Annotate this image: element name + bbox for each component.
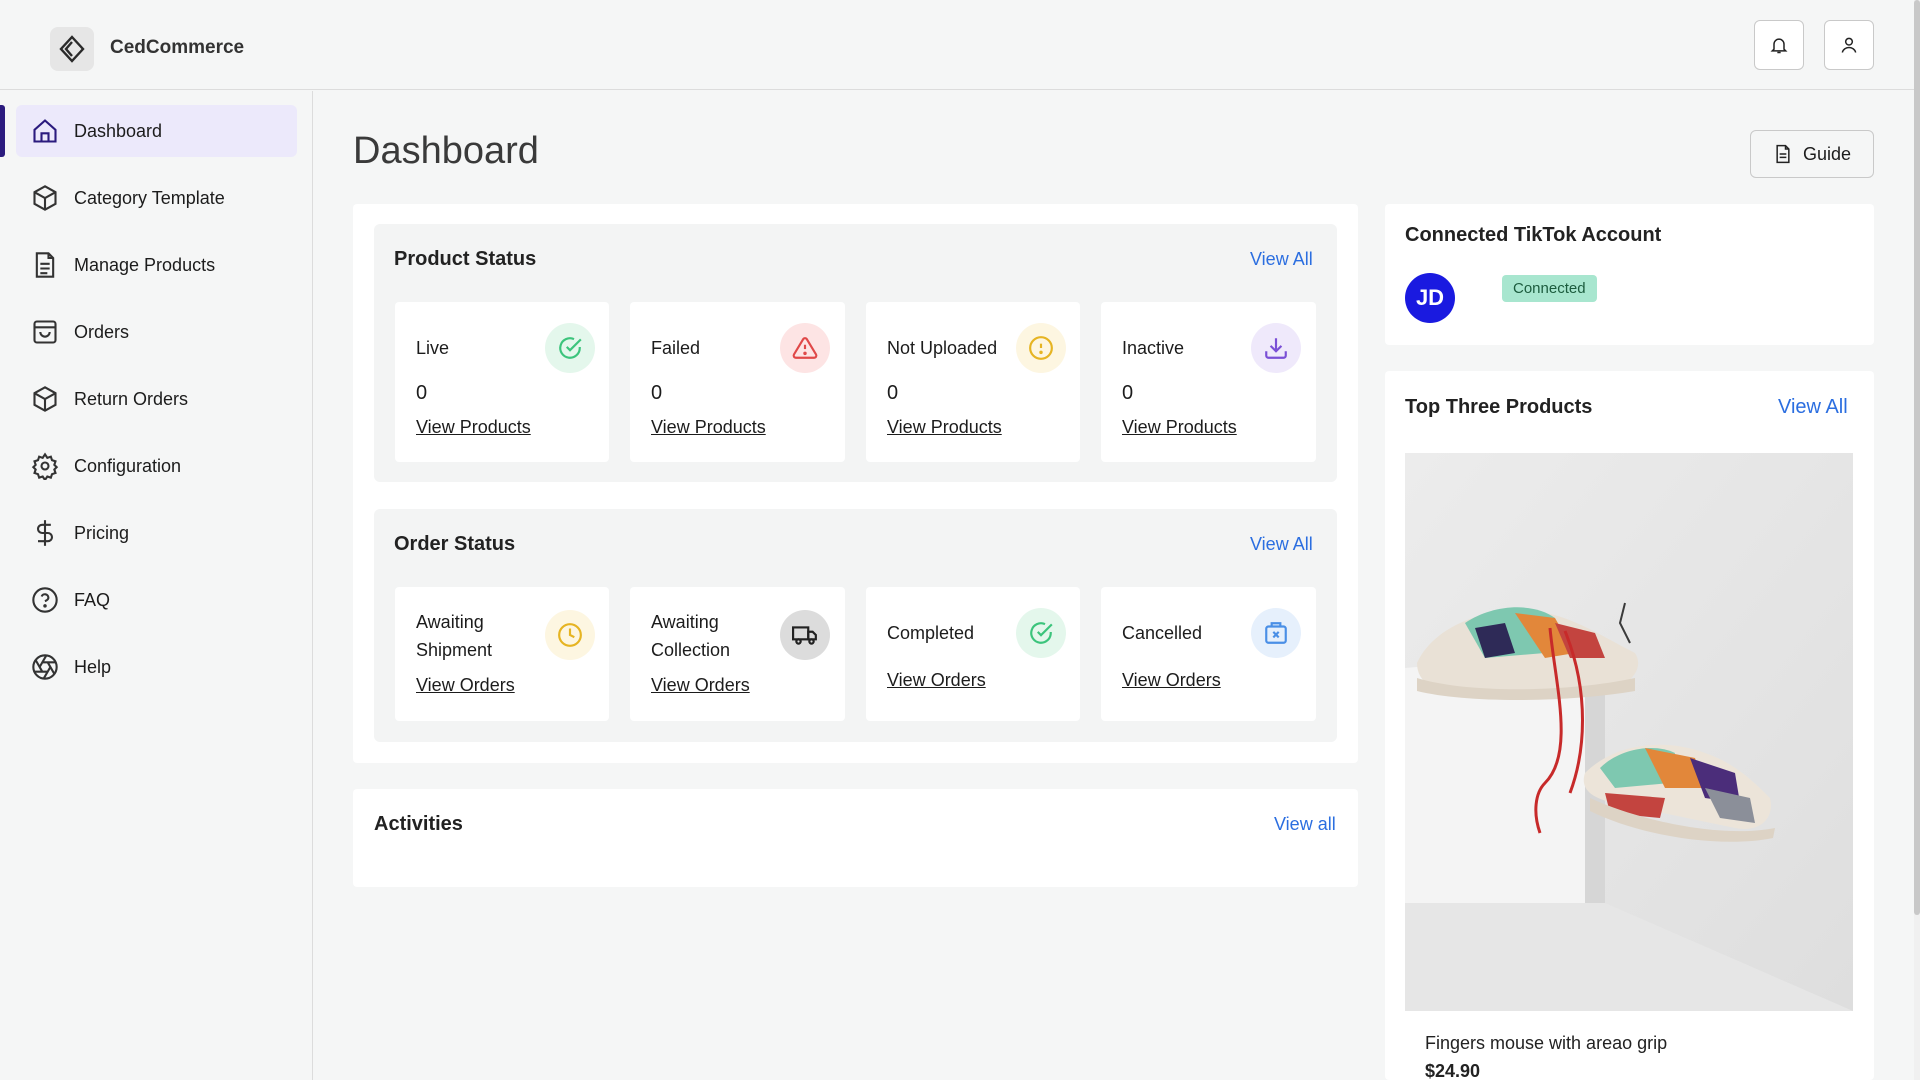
sidebar-item-configuration[interactable]: Configuration [16,440,297,492]
top-products-title: Top Three Products [1405,396,1593,418]
stat-card-inactive: Inactive 0 View Products [1101,302,1316,462]
sidebar-item-label: Dashboard [74,120,163,141]
scrollbar-thumb[interactable] [1914,0,1920,915]
product-status-title: Product Status [394,248,537,270]
sidebar-item-category-template[interactable]: Category Template [16,172,297,224]
bell-icon [1770,38,1788,54]
sidebar-item-manage-products[interactable]: Manage Products [16,239,297,291]
stat-card-count: 0 [651,382,663,404]
aperture-icon [30,652,60,682]
stat-card-not-uploaded: Not Uploaded 0 View Products [866,302,1080,462]
box-return-icon [30,384,60,414]
sidebar-item-pricing[interactable]: Pricing [16,507,297,559]
stat-card-awaiting-shipment: Awaiting Shipment View Orders [395,587,609,721]
stat-card-label: Not Uploaded [887,338,998,358]
sidebar-item-return-orders[interactable]: Return Orders [16,373,297,425]
stat-card-label: Live [416,338,450,358]
guide-button-label: Guide [1802,143,1852,164]
stat-card-cancelled: Cancelled View Orders [1101,587,1316,721]
guide-button[interactable]: Guide [1750,130,1874,178]
stat-card-awaiting-collection: Awaiting Collection View Orders [630,587,845,721]
view-products-link[interactable]: View Products [651,417,766,438]
view-orders-link[interactable]: View Orders [1122,670,1221,691]
sidebar-item-faq[interactable]: FAQ [16,574,297,626]
view-products-link[interactable]: View Products [887,417,1002,438]
download-icon [1251,323,1301,373]
check-circle-icon [1016,608,1066,658]
avatar[interactable]: JD [1405,273,1455,323]
sidebar-item-orders[interactable]: Orders [16,306,297,358]
product-price: $24.90 [1425,1061,1481,1080]
activities-view-all-link[interactable]: View all [1274,814,1336,835]
tiktok-account-title: Connected TikTok Account [1405,224,1662,246]
sidebar-item-label: Configuration [74,455,182,476]
check-circle-icon [545,323,595,373]
top-products-view-all-link[interactable]: View All [1778,396,1848,419]
notification-button[interactable] [1754,20,1804,70]
stat-card-live: Live 0 View Products [395,302,609,462]
brand-name: CedCommerce [110,37,245,58]
product-image[interactable] [1405,453,1853,1011]
box-icon [30,183,60,213]
home-icon [30,116,60,146]
truck-icon [780,610,830,660]
sidebar-item-label: Pricing [74,522,130,543]
activities-panel [353,789,1358,887]
alert-circle-icon [1016,323,1066,373]
product-name: Fingers mouse with areao grip [1425,1033,1668,1053]
clock-icon [545,610,595,660]
product-status-view-all-link[interactable]: View All [1250,249,1313,270]
order-status-title: Order Status [394,533,516,555]
stat-card-completed: Completed View Orders [866,587,1080,721]
stat-card-count: 0 [1122,382,1134,404]
document-icon [1776,144,1790,164]
activities-title: Activities [374,813,463,835]
stat-card-label: Inactive [1122,338,1185,358]
page-title: Dashboard [353,130,539,172]
sidebar-item-label: Return Orders [74,388,189,409]
stat-card-count: 0 [416,382,428,404]
sidebar-item-label: Manage Products [74,254,216,275]
sidebar-item-label: FAQ [74,589,111,610]
stat-card-count: 0 [887,382,899,404]
document-icon [30,250,60,280]
dollar-icon [30,518,60,548]
stat-card-label: Awaiting Collection [651,612,731,660]
top-bar: CedCommerce [0,0,1914,90]
cancel-box-icon [1251,608,1301,658]
question-icon [30,585,60,615]
stat-card-label: Completed [887,623,975,643]
order-status-view-all-link[interactable]: View All [1250,534,1313,555]
sidebar-item-help[interactable]: Help [16,641,297,693]
cedcommerce-logo-icon[interactable] [50,27,94,71]
view-orders-link[interactable]: View Orders [416,675,515,696]
gear-icon [30,451,60,481]
active-indicator [0,105,5,157]
view-products-link[interactable]: View Products [1122,417,1237,438]
stat-card-label: Awaiting Shipment [416,612,493,660]
view-products-link[interactable]: View Products [416,417,531,438]
view-orders-link[interactable]: View Orders [651,675,750,696]
stat-card-label: Cancelled [1122,623,1203,643]
sidebar-item-dashboard[interactable]: Dashboard [16,105,297,157]
view-orders-link[interactable]: View Orders [887,670,986,691]
shopping-bag-icon [30,317,60,347]
user-profile-button[interactable] [1824,20,1874,70]
sidebar-item-label: Orders [74,321,130,342]
stat-card-failed: Failed 0 View Products [630,302,845,462]
warning-icon [780,323,830,373]
stat-card-label: Failed [651,338,701,358]
user-icon [1841,37,1857,53]
status-badge: Connected [1502,275,1597,302]
sidebar-item-label: Help [74,656,112,677]
sidebar-item-label: Category Template [74,187,225,208]
